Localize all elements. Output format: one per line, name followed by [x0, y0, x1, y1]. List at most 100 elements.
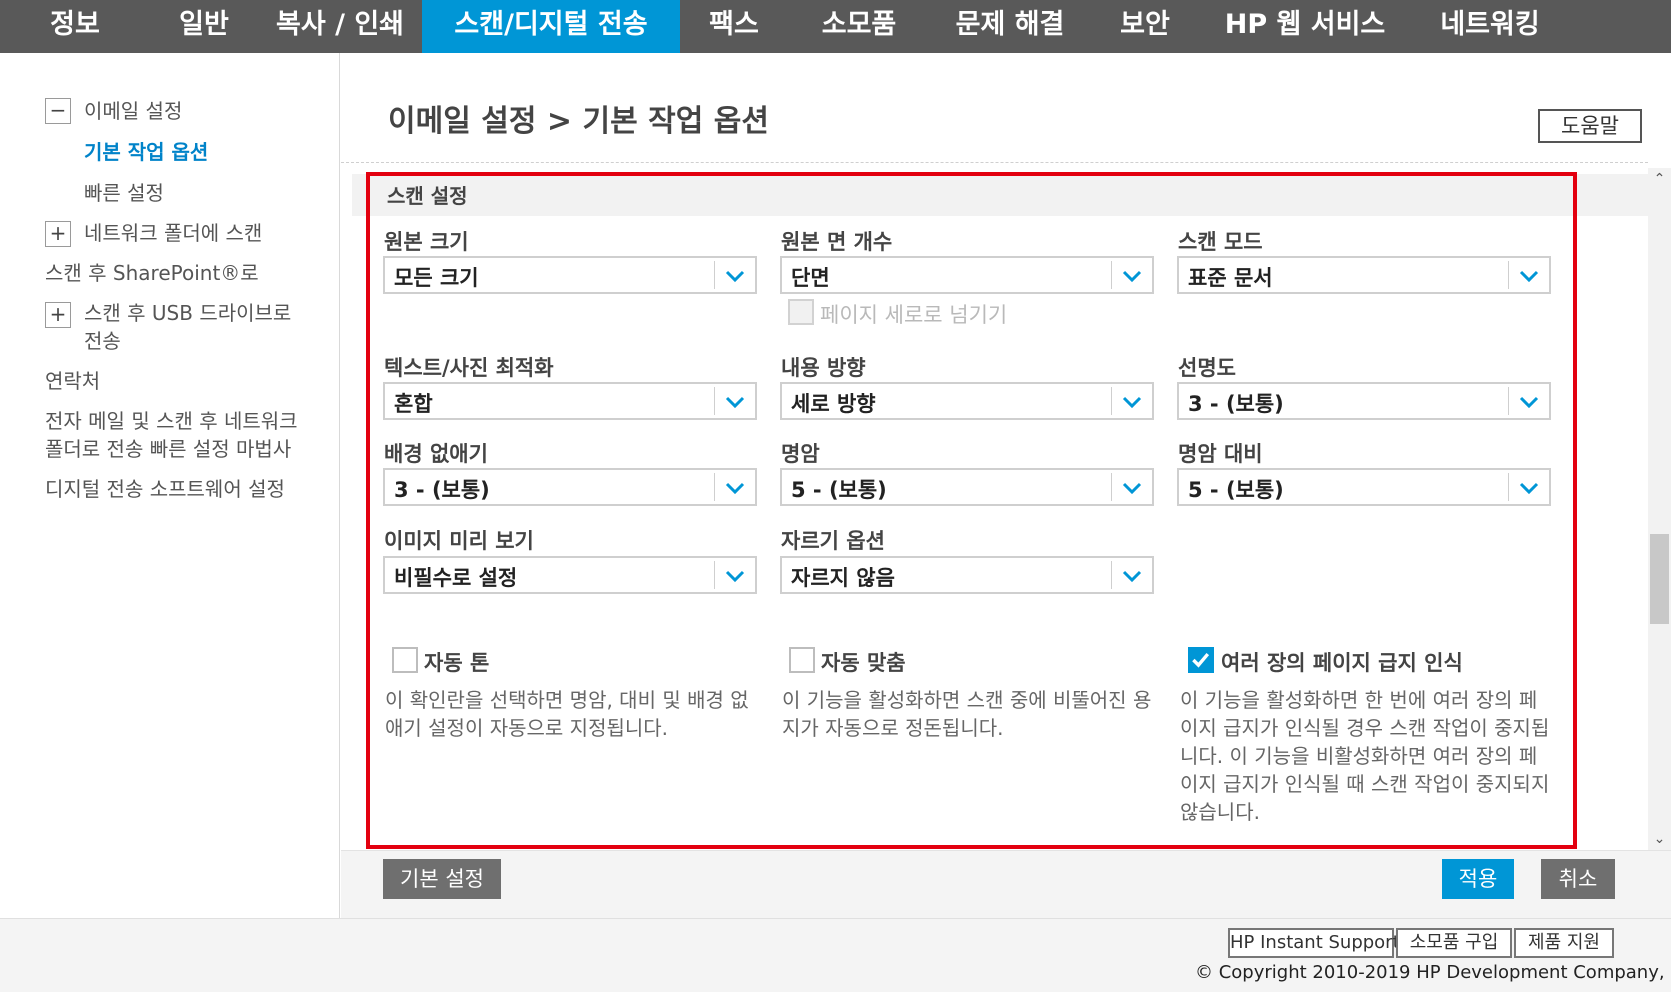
- original-size-select[interactable]: 모든 크기: [383, 256, 757, 294]
- select-divider: [1111, 473, 1112, 501]
- sharpness-label: 선명도: [1178, 356, 1236, 380]
- tab-supplies[interactable]: 소모품: [788, 0, 930, 53]
- darkness-select[interactable]: 5 - (보통): [780, 468, 1154, 506]
- darkness-value: 5 - (보통): [791, 478, 887, 502]
- image-preview-value: 비필수로 설정: [394, 566, 518, 590]
- orientation-value: 세로 방향: [791, 392, 876, 416]
- crop-options-select[interactable]: 자르지 않음: [780, 556, 1154, 594]
- chevron-down-icon: [725, 396, 745, 409]
- tab-copy-print[interactable]: 복사 / 인쇄: [258, 0, 422, 53]
- sidebar-item-scan-to-network-folder[interactable]: 네트워크 폴더에 스캔: [84, 219, 262, 247]
- scrollbar-thumb[interactable]: [1650, 534, 1669, 624]
- contrast-value: 5 - (보통): [1188, 478, 1284, 502]
- select-divider: [1508, 261, 1509, 289]
- sidebar-item-quick-setup-wizard-line2[interactable]: 폴더로 전송 빠른 설정 마법사: [45, 435, 291, 463]
- sidebar-item-scan-to-usb[interactable]: 스캔 후 USB 드라이브로: [84, 299, 291, 327]
- select-divider: [714, 387, 715, 415]
- content-divider: [341, 162, 1648, 163]
- section-header-bar: [352, 174, 1648, 216]
- auto-tone-checkbox[interactable]: [392, 647, 418, 673]
- chevron-down-icon: [1122, 270, 1142, 283]
- sharpness-select[interactable]: 3 - (보통): [1177, 382, 1551, 420]
- original-sides-select[interactable]: 단면: [780, 256, 1154, 294]
- multifeed-checkbox[interactable]: [1188, 647, 1214, 673]
- text-photo-select[interactable]: 혼합: [383, 382, 757, 420]
- contrast-select[interactable]: 5 - (보통): [1177, 468, 1551, 506]
- sidebar-item-email-setup[interactable]: 이메일 설정: [84, 97, 182, 125]
- select-divider: [1508, 473, 1509, 501]
- select-divider: [1508, 387, 1509, 415]
- flip-pages-checkbox[interactable]: [788, 299, 814, 325]
- expand-toggle-usb[interactable]: +: [45, 302, 71, 328]
- hp-instant-support-link[interactable]: HP Instant Support: [1228, 928, 1400, 958]
- sidebar-item-quick-sets[interactable]: 빠른 설정: [84, 179, 164, 207]
- original-size-value: 모든 크기: [394, 266, 479, 290]
- tab-info[interactable]: 정보: [0, 0, 150, 53]
- sidebar-item-quick-setup-wizard[interactable]: 전자 메일 및 스캔 후 네트워크: [45, 407, 298, 435]
- tab-hp-web-services[interactable]: HP 웹 서비스: [1200, 0, 1410, 53]
- tab-general[interactable]: 일반: [150, 0, 258, 53]
- flip-pages-label: 페이지 세로로 넘기기: [820, 303, 1008, 327]
- help-button[interactable]: 도움말: [1538, 109, 1642, 143]
- darkness-label: 명암: [781, 442, 820, 466]
- scan-mode-value: 표준 문서: [1188, 266, 1273, 290]
- expand-toggle-network-folder[interactable]: +: [45, 221, 71, 247]
- tab-fax[interactable]: 팩스: [680, 0, 788, 53]
- cancel-button[interactable]: 취소: [1541, 859, 1615, 899]
- multifeed-description: 이 기능을 활성화하면 한 번에 여러 장의 페이지 급지가 인식될 경우 스캔…: [1180, 688, 1550, 824]
- tab-networking[interactable]: 네트워킹: [1410, 0, 1570, 53]
- select-divider: [1111, 261, 1112, 289]
- contrast-label: 명암 대비: [1178, 442, 1263, 466]
- tab-troubleshooting[interactable]: 문제 해결: [930, 0, 1090, 53]
- sidebar-item-default-job-options[interactable]: 기본 작업 옵션: [84, 138, 208, 166]
- sidebar-item-scan-to-sharepoint[interactable]: 스캔 후 SharePoint®로: [45, 259, 259, 287]
- product-support-link[interactable]: 제품 지원: [1514, 928, 1614, 958]
- chevron-down-icon: [1519, 270, 1539, 283]
- crop-options-value: 자르지 않음: [791, 566, 895, 590]
- chevron-down-icon: [1519, 482, 1539, 495]
- scan-mode-select[interactable]: 표준 문서: [1177, 256, 1551, 294]
- arrow-up-icon[interactable]: ⌃: [1648, 168, 1671, 190]
- arrow-down-icon[interactable]: ⌄: [1648, 828, 1671, 850]
- original-size-label: 원본 크기: [384, 230, 469, 254]
- top-navigation: 정보 일반 복사 / 인쇄 스캔/디지털 전송 팩스 소모품 문제 해결 보안 …: [0, 0, 1671, 53]
- collapse-toggle-email-setup[interactable]: −: [45, 98, 71, 124]
- scan-mode-label: 스캔 모드: [1178, 230, 1263, 254]
- tab-security[interactable]: 보안: [1090, 0, 1200, 53]
- auto-straighten-label: 자동 맞춤: [821, 651, 906, 675]
- select-divider: [714, 561, 715, 589]
- orientation-select[interactable]: 세로 방향: [780, 382, 1154, 420]
- crop-options-label: 자르기 옵션: [781, 529, 885, 553]
- image-preview-select[interactable]: 비필수로 설정: [383, 556, 757, 594]
- background-cleanup-select[interactable]: 3 - (보통): [383, 468, 757, 506]
- auto-straighten-checkbox[interactable]: [789, 647, 815, 673]
- section-title: 스캔 설정: [387, 184, 468, 208]
- auto-tone-label: 자동 톤: [424, 651, 490, 675]
- tab-scan-digital-send[interactable]: 스캔/디지털 전송: [422, 0, 680, 53]
- sidebar-item-contacts[interactable]: 연락처: [45, 367, 100, 395]
- background-cleanup-label: 배경 없애기: [384, 442, 488, 466]
- sharpness-value: 3 - (보통): [1188, 392, 1284, 416]
- background-cleanup-value: 3 - (보통): [394, 478, 490, 502]
- original-sides-label: 원본 면 개수: [781, 230, 893, 254]
- auto-tone-description: 이 확인란을 선택하면 명암, 대비 및 배경 없애기 설정이 자동으로 지정됩…: [385, 688, 749, 740]
- restore-defaults-button[interactable]: 기본 설정: [383, 859, 501, 899]
- orientation-label: 내용 방향: [781, 356, 866, 380]
- sidebar-item-scan-to-usb-line2[interactable]: 전송: [84, 327, 121, 355]
- chevron-down-icon: [1519, 396, 1539, 409]
- buy-supplies-link[interactable]: 소모품 구입: [1396, 928, 1512, 958]
- chevron-down-icon: [1122, 482, 1142, 495]
- select-divider: [1111, 387, 1112, 415]
- chevron-down-icon: [1122, 396, 1142, 409]
- vertical-scrollbar[interactable]: ⌃ ⌄: [1648, 168, 1671, 850]
- copyright: © Copyright 2010-2019 HP Development Com…: [1195, 962, 1671, 983]
- auto-straighten-description: 이 기능을 활성화하면 스캔 중에 비뚤어진 용지가 자동으로 정돈됩니다.: [782, 688, 1152, 740]
- apply-button[interactable]: 적용: [1442, 859, 1514, 899]
- original-sides-value: 단면: [791, 266, 830, 290]
- chevron-down-icon: [725, 270, 745, 283]
- chevron-down-icon: [1122, 570, 1142, 583]
- chevron-down-icon: [725, 570, 745, 583]
- select-divider: [714, 473, 715, 501]
- text-photo-label: 텍스트/사진 최적화: [384, 356, 554, 380]
- sidebar-item-digital-send-software[interactable]: 디지털 전송 소프트웨어 설정: [45, 475, 285, 503]
